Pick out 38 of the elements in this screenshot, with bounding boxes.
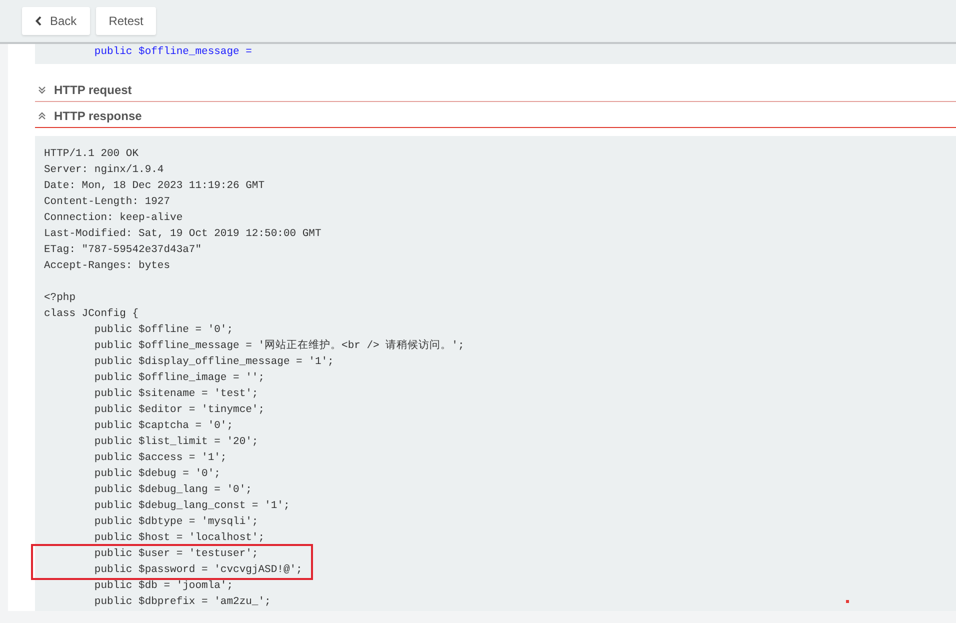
back-button[interactable]: Back — [22, 7, 90, 35]
section-title: HTTP request — [54, 82, 132, 99]
code-line: public $offline = '0'; — [93, 323, 234, 338]
header-line: Connection: keep-alive — [44, 211, 183, 226]
section-title: HTTP response — [54, 108, 142, 125]
code-line: <?php — [44, 291, 76, 306]
chevron-left-icon — [35, 16, 42, 26]
header-line: Content-Length: 1927 — [44, 195, 170, 210]
code-line: public $display_offline_message = '1'; — [93, 355, 334, 370]
code-line: public $debug = '0'; — [93, 467, 220, 482]
code-line: public $db = 'joomla'; — [93, 579, 234, 594]
code-line: public $dbprefix = 'am2zu_'; — [93, 595, 271, 610]
code-line: public $user = 'testuser'; — [93, 547, 258, 562]
code-line: public $dbtype = 'mysqli'; — [93, 515, 258, 530]
header-line: Date: Mon, 18 Dec 2023 11:19:26 GMT — [44, 179, 265, 194]
section-header[interactable]: HTTP response — [35, 102, 956, 128]
retest-button[interactable]: Retest — [96, 7, 156, 35]
header-line: Last-Modified: Sat, 19 Oct 2019 12:50:00 GMT — [44, 227, 322, 242]
code-line: public $password = 'cvcvgjASD!@'; — [93, 563, 302, 578]
code-line: class JConfig { — [44, 307, 139, 322]
code-line: public $offline_message = '网站正在维护。<br /> 请稍候访问。'; — [93, 338, 464, 354]
double-chevron-up-icon — [38, 111, 46, 121]
code-line: public $captcha = '0'; — [93, 419, 234, 434]
header-line: ETag: "787-59542e37d43a7" — [44, 243, 202, 258]
double-chevron-down-icon — [38, 85, 46, 95]
code-line: public $debug_lang_const = '1'; — [93, 499, 290, 514]
code-line: public $offline_image = ''; — [93, 371, 265, 386]
header-line: Server: nginx/1.9.4 — [44, 163, 164, 178]
code-line: public $sitename = 'test'; — [93, 387, 258, 402]
code-line: public $debug_lang = '0'; — [93, 483, 252, 498]
code-line: public $editor = 'tinymce'; — [93, 403, 265, 418]
code-line: public $access = '1'; — [93, 451, 227, 466]
code-line: public $offline_message = — [93, 45, 252, 59]
header-line: Accept-Ranges: bytes — [44, 259, 170, 274]
code-line: public $host = 'localhost'; — [93, 531, 265, 546]
header-line: HTTP/1.1 200 OK — [44, 147, 139, 162]
code-line: public $list_limit = '20'; — [93, 435, 258, 450]
section-header[interactable]: HTTP request — [35, 76, 956, 102]
